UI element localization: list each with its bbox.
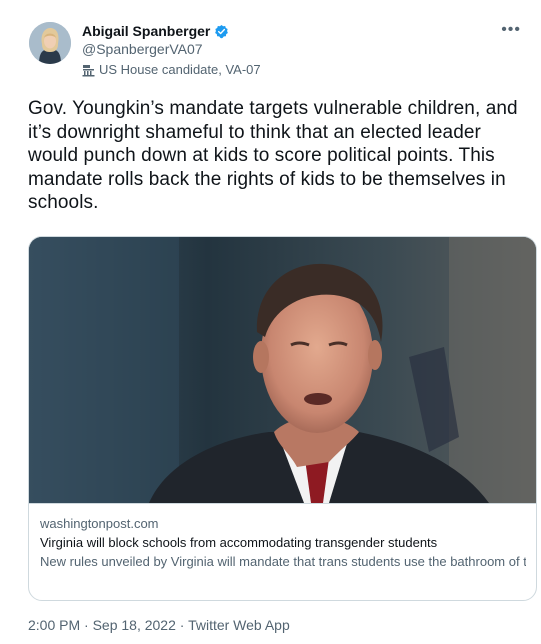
government-building-icon: [82, 64, 95, 77]
card-description: New rules unveiled by Virginia will mand…: [40, 554, 526, 569]
author-display-name[interactable]: Abigail Spanberger: [82, 23, 210, 40]
author-handle[interactable]: @SpanbergerVA07: [82, 41, 203, 58]
tweet-text: Gov. Youngkin’s mandate targets vulnerab…: [28, 98, 518, 213]
author-affiliation-label: US House candidate, VA-07: [82, 62, 261, 78]
card-title: Virginia will block schools from accommo…: [40, 535, 438, 550]
card-domain: washingtonpost.com: [40, 516, 159, 531]
author-name-row[interactable]: Abigail Spanberger: [82, 23, 229, 40]
tweet[interactable]: Abigail Spanberger @SpanbergerVA07 US Ho…: [0, 0, 541, 644]
affiliation-text: US House candidate, VA-07: [99, 62, 261, 77]
tweet-timestamp[interactable]: 2:00 PM · Sep 18, 2022 · Twitter Web App: [28, 617, 290, 634]
more-options-icon[interactable]: •••: [501, 22, 521, 38]
verified-badge-icon: [214, 24, 229, 39]
card-info[interactable]: washingtonpost.com Virginia will block s…: [29, 503, 536, 600]
card-image[interactable]: [29, 237, 536, 503]
author-avatar[interactable]: [29, 22, 71, 64]
link-preview-card[interactable]: washingtonpost.com Virginia will block s…: [28, 236, 537, 601]
